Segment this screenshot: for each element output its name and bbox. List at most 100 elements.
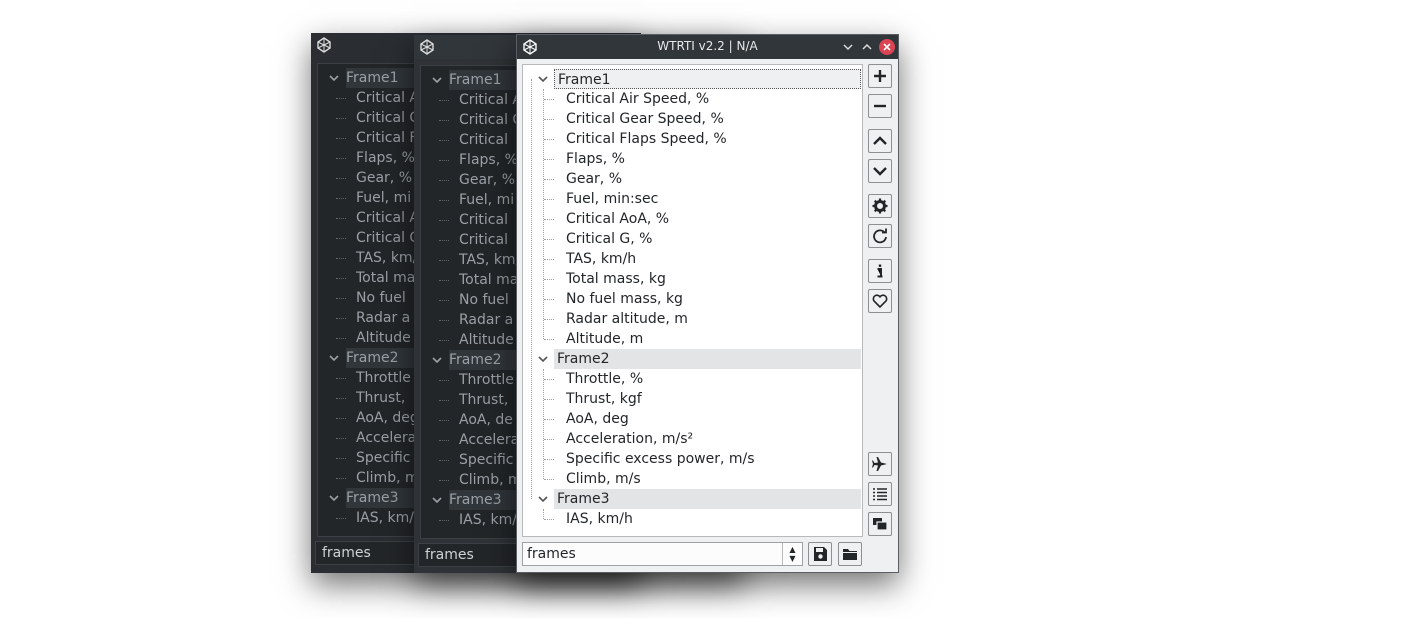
donate-button[interactable] (868, 289, 892, 313)
tree-item-row[interactable]: Fuel, mi (356, 188, 411, 208)
tree-item-row[interactable]: Critical (459, 210, 508, 230)
close-button[interactable] (879, 39, 895, 55)
tree-frame-row[interactable]: Frame1 (346, 68, 416, 88)
tree-item-row[interactable]: AoA, deg (566, 409, 629, 429)
tree-item-row[interactable]: No fuel (459, 290, 509, 310)
tree-item-row[interactable]: Critical Flaps Speed, % (566, 129, 727, 149)
tree-item-row[interactable]: Altitude, m (566, 329, 643, 349)
tree-item-row[interactable]: Throttle (459, 370, 514, 390)
tree-frame-row[interactable]: Frame1 (449, 70, 519, 90)
tree-item-row[interactable]: TAS, km/h (566, 249, 636, 269)
tree-item-row[interactable]: Fuel, min:sec (566, 189, 658, 209)
tree-item-row[interactable]: Critical AoA, % (566, 209, 669, 229)
tree-item-row[interactable]: Critical A (356, 88, 419, 108)
move-down-button[interactable] (868, 159, 892, 183)
tree-item-row[interactable]: Radar a (356, 308, 410, 328)
tree-item-row[interactable]: Thrust, kgf (566, 389, 642, 409)
tree-item-row[interactable]: Radar altitude, m (566, 309, 688, 329)
tree-item-row[interactable]: Specific (459, 450, 514, 470)
tree-item-row[interactable]: Critical A (459, 90, 522, 110)
tree-frame-row[interactable]: Frame2 (449, 350, 519, 370)
tree-item-row[interactable]: Accelera (356, 428, 416, 448)
tree-frame-row[interactable]: Frame2 (346, 348, 416, 368)
profile-select[interactable]: frames ▲ ▼ (522, 542, 803, 566)
tree-item-row[interactable]: Climb, m (356, 468, 419, 488)
tree-item-row[interactable]: Accelera (459, 430, 519, 450)
tree-item-row[interactable]: Specific (356, 448, 411, 468)
tree-item-row[interactable]: Total ma (356, 268, 415, 288)
tree-item-row[interactable]: Critical G (356, 228, 420, 248)
tree-frame-row[interactable]: Frame3 (449, 490, 519, 510)
minimize-button[interactable] (840, 39, 856, 55)
expand-arrow-icon[interactable] (537, 69, 549, 89)
expand-arrow-icon[interactable] (537, 349, 549, 369)
tree-item-row[interactable]: Total mass, kg (566, 269, 666, 289)
tree-item-row[interactable]: Climb, m/s (566, 469, 641, 489)
tree-item-row[interactable]: Gear, % (356, 168, 412, 188)
tree-item-row[interactable]: Flaps, % (566, 149, 625, 169)
expand-arrow-icon[interactable] (328, 348, 340, 368)
settings-button[interactable] (868, 194, 892, 218)
open-button[interactable] (838, 542, 862, 566)
titlebar[interactable]: WTRTI v2.2 | N/A (517, 35, 898, 59)
maximize-button[interactable] (859, 39, 875, 55)
list-button[interactable] (868, 482, 892, 506)
tree-item-row[interactable]: Critical Air Speed, % (566, 89, 709, 109)
tree-item-row[interactable]: Critical G (356, 108, 420, 128)
tree-item-row[interactable]: IAS, km/ (356, 508, 414, 528)
tree-item-row[interactable]: Specific excess power, m/s (566, 449, 755, 469)
expand-arrow-icon[interactable] (328, 68, 340, 88)
tree-item-row[interactable]: Gear, % (459, 170, 515, 190)
save-button[interactable] (808, 542, 832, 566)
tree-item-row[interactable]: AoA, deg (356, 408, 419, 428)
move-up-button[interactable] (868, 129, 892, 153)
tree-item-row[interactable]: Fuel, mi (459, 190, 514, 210)
remove-button[interactable] (868, 94, 892, 118)
tree-item-row[interactable]: Altitude (356, 328, 411, 348)
tree-item-row[interactable]: Gear, % (566, 169, 622, 189)
tree-frame-row[interactable]: Frame1 (554, 69, 861, 89)
tree-item-row[interactable]: Throttle, % (566, 369, 643, 389)
reload-button[interactable] (868, 224, 892, 248)
tree-item-row[interactable]: Altitude (459, 330, 514, 350)
expand-arrow-icon[interactable] (431, 70, 443, 90)
aircraft-button[interactable] (868, 452, 892, 476)
tree-item-row[interactable]: Total ma (459, 270, 518, 290)
tree-item-row[interactable]: Critical (459, 130, 508, 150)
tree-item-row[interactable]: Critical Gear Speed, % (566, 109, 724, 129)
tree-item-row[interactable]: No fuel (356, 288, 406, 308)
tree-frame-row[interactable]: Frame3 (346, 488, 416, 508)
tree-item-row[interactable]: TAS, km/ (459, 250, 520, 270)
parameter-tree[interactable]: Frame1 Critical Air Speed, % Critical Gear… (522, 64, 863, 537)
tree-item-row[interactable]: No fuel mass, kg (566, 289, 683, 309)
expand-arrow-icon[interactable] (328, 488, 340, 508)
tree-item-row[interactable]: Thrust, (356, 388, 405, 408)
tree-frame-row[interactable]: Frame2 (554, 349, 861, 369)
expand-arrow-icon[interactable] (537, 489, 549, 509)
tree-item-row[interactable]: Critical (459, 230, 508, 250)
info-button[interactable] (868, 259, 892, 283)
tree-item-row[interactable]: Radar a (459, 310, 513, 330)
add-button[interactable] (868, 64, 892, 88)
tree-item-row[interactable]: Critical G (459, 110, 523, 130)
tree-frame-row[interactable]: Frame3 (554, 489, 861, 509)
main-window[interactable]: WTRTI v2.2 | N/A Frame1 Critical Air Spee… (516, 34, 899, 573)
tree-item-row[interactable]: Acceleration, m/s² (566, 429, 693, 449)
tree-item-row[interactable]: Flaps, % (356, 148, 415, 168)
tree-item-row[interactable]: Critical A (356, 208, 419, 228)
expand-arrow-icon[interactable] (431, 350, 443, 370)
tree-item-row[interactable]: Throttle (356, 368, 411, 388)
tree-item-row[interactable]: IAS, km/h (566, 509, 633, 529)
spinner-arrows-icon[interactable]: ▲ ▼ (782, 543, 802, 565)
tree-item-row[interactable]: Critical G, % (566, 229, 652, 249)
tree-item-row[interactable]: Critical F (356, 128, 417, 148)
tree-item-row[interactable]: Climb, m (459, 470, 522, 490)
tree-item-row[interactable]: Flaps, % (459, 150, 518, 170)
expand-arrow-icon[interactable] (431, 490, 443, 510)
windows-button[interactable] (868, 512, 892, 536)
tree-guide-line (544, 299, 554, 300)
tree-item-row[interactable]: AoA, de (459, 410, 513, 430)
tree-item-row[interactable]: Thrust, (459, 390, 508, 410)
tree-item-row[interactable]: TAS, km/ (356, 248, 417, 268)
tree-item-row[interactable]: IAS, km/ (459, 510, 517, 530)
